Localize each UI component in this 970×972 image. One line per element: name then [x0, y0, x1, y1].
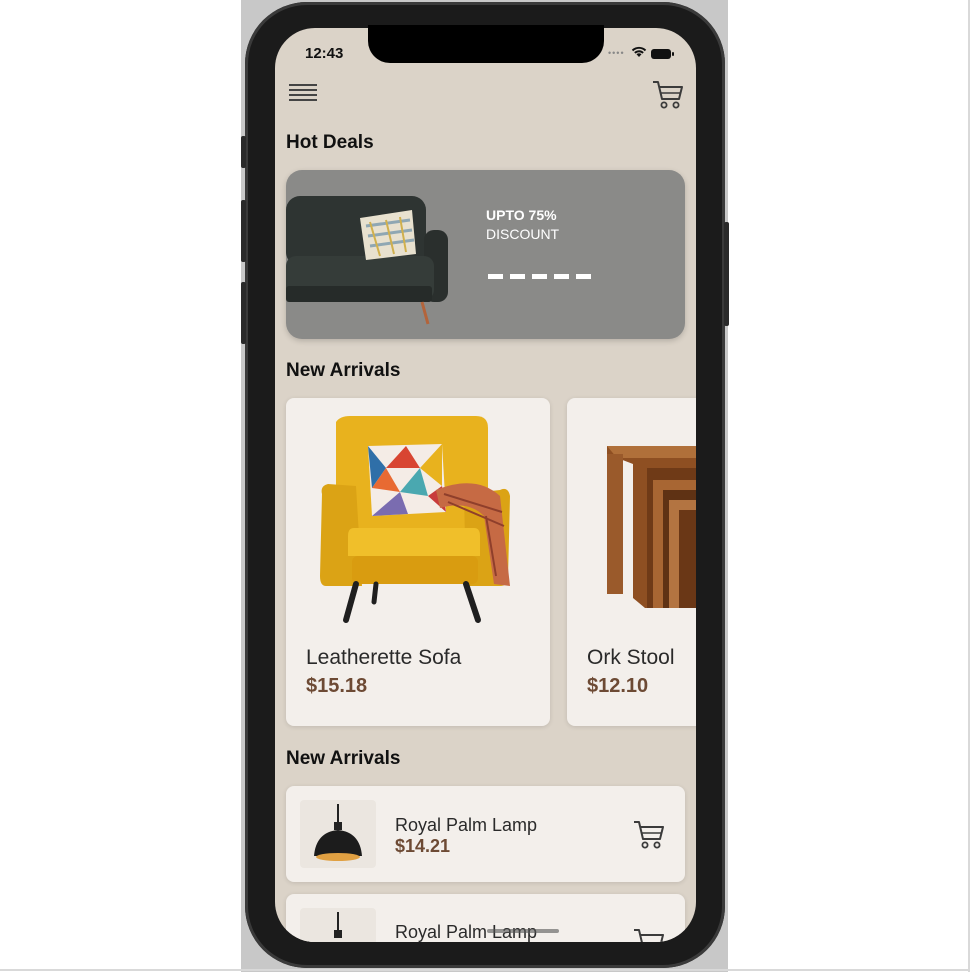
list-item[interactable]: Royal Palm Lamp $14.21: [286, 786, 685, 882]
stool-image: [607, 446, 696, 608]
product-card[interactable]: Ork Stool $12.10: [567, 398, 696, 726]
product-thumbnail: [300, 908, 376, 942]
product-price: $15.18: [306, 675, 368, 697]
deal-subtext: DISCOUNT: [486, 226, 560, 242]
product-card[interactable]: Leatherette Sofa $15.18: [286, 398, 550, 726]
volume-up-button: [241, 200, 246, 262]
menu-icon[interactable]: [289, 84, 317, 106]
deal-headline: UPTO 75%: [486, 207, 557, 223]
cart-icon[interactable]: [632, 818, 666, 850]
sofa-image: [286, 196, 448, 325]
app-screen: 12:43 •••• Hot Deals UPTO 75% DISCOUNT N…: [275, 28, 696, 942]
cart-icon[interactable]: [632, 926, 666, 942]
hot-deal-banner[interactable]: UPTO 75% DISCOUNT: [286, 170, 685, 339]
lamp-image: [334, 912, 342, 938]
frame-border: [0, 969, 970, 971]
list-item-name: Royal Palm Lamp: [395, 815, 538, 835]
cart-icon[interactable]: [651, 78, 685, 110]
list-item-price: $14.21: [395, 836, 451, 856]
carousel-indicator: [488, 274, 591, 279]
product-name: Leatherette Sofa: [306, 646, 462, 669]
section-title-new-arrivals-list: New Arrivals: [286, 748, 401, 769]
side-button: [241, 136, 246, 168]
volume-down-button: [241, 282, 246, 344]
status-time: 12:43: [305, 45, 344, 62]
home-indicator: [487, 929, 559, 933]
lamp-image: [314, 804, 362, 861]
notch: [368, 25, 604, 63]
section-title-hot-deals: Hot Deals: [286, 132, 374, 153]
product-price: $12.10: [587, 675, 649, 697]
product-name: Ork Stool: [587, 646, 675, 669]
product-thumbnail: [300, 800, 376, 868]
signal-icon: ••••: [608, 48, 625, 58]
battery-icon: [651, 49, 674, 59]
list-item[interactable]: Royal Palm Lamp: [286, 894, 685, 942]
section-title-new-arrivals: New Arrivals: [286, 360, 401, 381]
wifi-icon: [631, 46, 647, 57]
armchair-image: [320, 416, 510, 623]
power-button: [724, 222, 729, 326]
